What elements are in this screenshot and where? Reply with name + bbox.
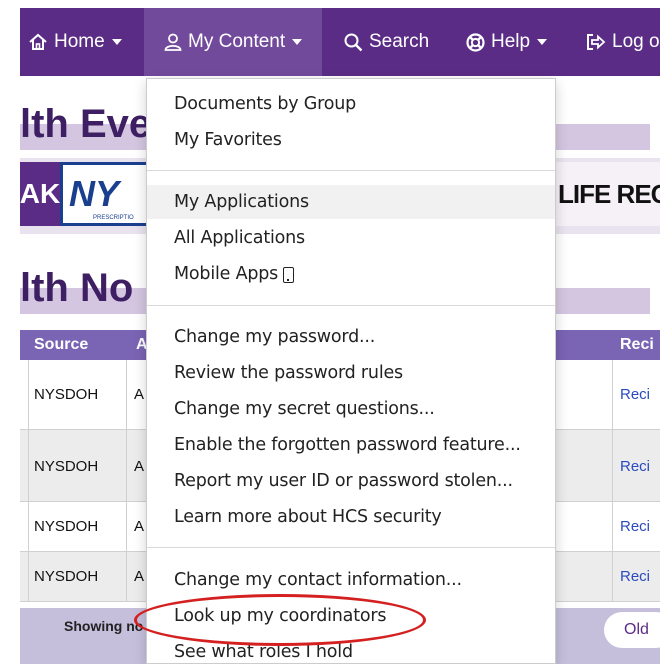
user-icon (164, 33, 182, 51)
cell-divider (612, 552, 613, 601)
logout-icon (587, 34, 606, 50)
cell-link[interactable]: Reci (620, 518, 650, 535)
cell-divider (126, 502, 127, 551)
nav-help-label: Help (491, 31, 531, 52)
mobile-phone-icon (283, 267, 295, 283)
cell-a: A (134, 568, 145, 585)
chevron-down-icon (292, 39, 303, 45)
menu-item-look-up-coordinators[interactable]: Look up my coordinators (147, 599, 555, 633)
cell-divider (126, 430, 127, 501)
nav-home[interactable]: Home (28, 8, 122, 76)
chevron-down-icon (537, 39, 548, 45)
cell-divider (28, 430, 29, 501)
menu-item-all-applications[interactable]: All Applications (147, 221, 555, 255)
my-content-dropdown: Documents by Group My Favorites My Appli… (146, 78, 556, 664)
menu-item-my-favorites[interactable]: My Favorites (147, 123, 555, 157)
cell-divider (612, 502, 613, 551)
menu-item-change-password[interactable]: Change my password... (147, 320, 555, 354)
banner-life-records-logo[interactable]: LIFE REC (556, 162, 660, 226)
cell-divider (28, 502, 29, 551)
cell-source: NYSDOH (34, 518, 99, 535)
home-icon (29, 33, 47, 50)
menu-divider (147, 547, 555, 548)
nav-my-content-label: My Content (188, 31, 286, 52)
older-button[interactable]: Old (604, 612, 660, 648)
search-icon (344, 33, 363, 51)
cell-source: NYSDOH (34, 458, 99, 475)
lifering-icon (466, 32, 485, 52)
cell-a: A (134, 518, 145, 535)
menu-item-enable-forgotten-password[interactable]: Enable the forgotten password feature... (147, 428, 555, 462)
cell-divider (28, 360, 29, 429)
showing-count-text: Showing no (64, 618, 144, 634)
cell-a: A (134, 386, 145, 403)
cell-link[interactable]: Reci (620, 568, 650, 585)
menu-item-see-roles[interactable]: See what roles I hold (147, 635, 555, 664)
column-header-source[interactable]: Source (34, 336, 88, 354)
banner-prescription-text: PRESCRIPTIO (93, 215, 134, 221)
menu-item-change-contact-info[interactable]: Change my contact information... (147, 563, 555, 597)
cell-source: NYSDOH (34, 568, 99, 585)
menu-divider (147, 170, 555, 171)
menu-item-documents-by-group[interactable]: Documents by Group (147, 87, 555, 121)
nav-my-content[interactable]: My Content (144, 8, 322, 76)
top-navigation: Home My Content Search Help Log o (0, 0, 660, 80)
page-heading-notices: lth No (20, 266, 134, 310)
menu-item-my-applications[interactable]: My Applications (147, 185, 555, 219)
banner-ny-text: NY (69, 173, 120, 214)
nav-home-label: Home (54, 31, 105, 52)
menu-item-learn-hcs-security[interactable]: Learn more about HCS security (147, 500, 555, 534)
column-header-reci[interactable]: Reci (620, 336, 654, 354)
cell-a: A (134, 458, 145, 475)
cell-source: NYSDOH (34, 386, 99, 403)
cell-divider (126, 360, 127, 429)
menu-item-report-stolen-credentials[interactable]: Report my user ID or password stolen... (147, 464, 555, 498)
nav-logout-label: Log o (612, 31, 660, 52)
menu-item-change-secret-questions[interactable]: Change my secret questions... (147, 392, 555, 426)
cell-divider (612, 360, 613, 429)
cell-link[interactable]: Reci (620, 386, 650, 403)
nav-search[interactable]: Search (344, 8, 429, 76)
chevron-down-icon (111, 39, 122, 45)
cell-link[interactable]: Reci (620, 458, 650, 475)
menu-item-review-password-rules[interactable]: Review the password rules (147, 356, 555, 390)
menu-divider (147, 305, 555, 306)
banner-ny-prescription-logo[interactable]: NY PRESCRIPTIO (60, 162, 150, 226)
banner-ak-logo[interactable]: AK (20, 162, 60, 226)
nav-logout[interactable]: Log o (586, 8, 660, 76)
menu-item-mobile-apps-label: Mobile Apps (174, 264, 279, 284)
nav-search-label: Search (369, 31, 430, 52)
cell-divider (28, 552, 29, 601)
nav-help[interactable]: Help (466, 8, 548, 76)
cell-divider (612, 430, 613, 501)
cell-divider (126, 552, 127, 601)
menu-item-mobile-apps[interactable]: Mobile Apps (147, 257, 555, 291)
page-heading-events: lth Eve (20, 102, 152, 146)
